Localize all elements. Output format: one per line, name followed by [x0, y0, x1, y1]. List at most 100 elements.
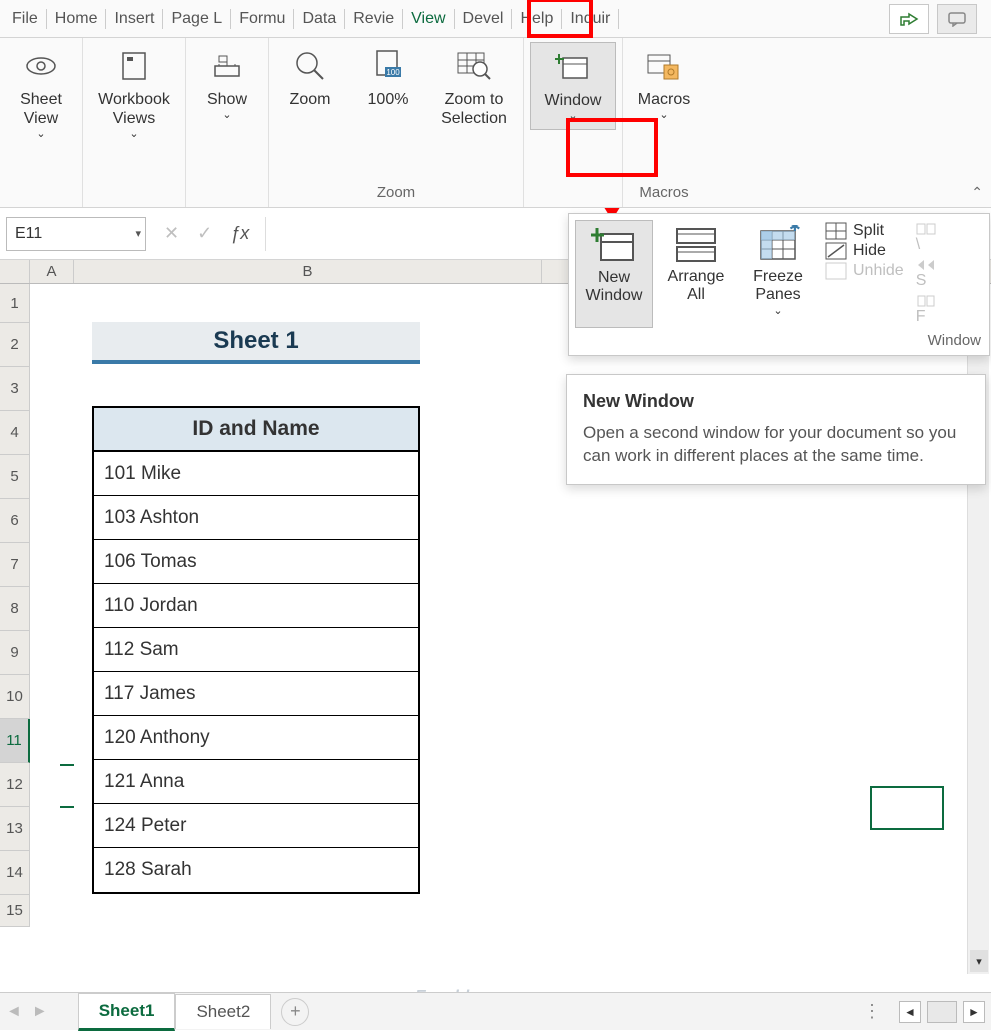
- tab-page-layout[interactable]: Page L: [163, 4, 230, 34]
- highlight-view-tab: [527, 0, 593, 38]
- comment-icon: [947, 11, 967, 27]
- tab-review[interactable]: Revie: [345, 4, 402, 34]
- freeze-panes-icon: ✱: [754, 224, 802, 264]
- add-sheet-button[interactable]: +: [281, 998, 309, 1026]
- highlight-window-button: [566, 118, 658, 177]
- enter-formula-icon: ✓: [197, 223, 212, 244]
- view-side-cut-3: F: [916, 294, 938, 326]
- tab-developer[interactable]: Devel: [455, 4, 512, 34]
- table-row[interactable]: 124 Peter: [94, 804, 418, 848]
- new-window-icon: [555, 49, 591, 85]
- tab-data[interactable]: Data: [294, 4, 344, 34]
- group-show: Show⌄: [186, 38, 269, 207]
- row-header[interactable]: 12: [0, 763, 30, 807]
- comments-button[interactable]: [937, 4, 977, 34]
- freeze-panes-button[interactable]: ✱ Freeze Panes⌄: [739, 220, 817, 328]
- sheet-view-label: Sheet View: [8, 90, 74, 128]
- table-row[interactable]: 112 Sam: [94, 628, 418, 672]
- sheet-tab-sheet1[interactable]: Sheet1: [78, 993, 176, 1031]
- hide-button[interactable]: Hide: [825, 242, 904, 260]
- row-header[interactable]: 5: [0, 455, 30, 499]
- chevron-down-icon[interactable]: ▾: [135, 227, 141, 240]
- new-window-button[interactable]: New Window: [575, 220, 653, 328]
- row-header[interactable]: 11: [0, 719, 30, 763]
- table-row[interactable]: 106 Tomas: [94, 540, 418, 584]
- zoom-100-button[interactable]: 100 100%: [353, 42, 423, 115]
- row-header[interactable]: 4: [0, 411, 30, 455]
- row-header[interactable]: 3: [0, 367, 30, 411]
- table-row[interactable]: 103 Ashton: [94, 496, 418, 540]
- tab-home[interactable]: Home: [47, 4, 106, 34]
- row-header[interactable]: 13: [0, 807, 30, 851]
- tab-insert[interactable]: Insert: [106, 4, 162, 34]
- row-header[interactable]: 7: [0, 543, 30, 587]
- new-window-tooltip: New Window Open a second window for your…: [566, 374, 986, 485]
- window-label: Window: [545, 91, 602, 110]
- ribbon-tabs: File Home Insert Page L Formu Data Revie…: [0, 0, 991, 38]
- zoom-button[interactable]: Zoom: [275, 42, 345, 115]
- row-headers: 1 2 3 4 5 6 7 8 9 10 11 12 13 14 15: [0, 284, 30, 927]
- sheet-title-cell: Sheet 1: [92, 322, 420, 364]
- show-label: Show: [207, 90, 247, 109]
- table-header: ID and Name: [94, 408, 418, 452]
- table-row[interactable]: 110 Jordan: [94, 584, 418, 628]
- eye-icon: [23, 48, 59, 84]
- scroll-down-button[interactable]: ▾: [970, 950, 988, 972]
- table-row[interactable]: 128 Sarah: [94, 848, 418, 892]
- group-sheet-view: Sheet View⌄: [0, 38, 83, 207]
- show-button[interactable]: Show⌄: [192, 42, 262, 128]
- cancel-formula-icon: ✕: [164, 223, 179, 244]
- split-icon: [825, 222, 847, 240]
- group-macros-label: Macros: [639, 182, 688, 205]
- row-header[interactable]: 15: [0, 895, 30, 927]
- col-header-a[interactable]: A: [30, 260, 74, 283]
- arrange-all-button[interactable]: Arrange All: [657, 220, 735, 328]
- table-row[interactable]: 101 Mike: [94, 452, 418, 496]
- grid-magnifier-icon: [456, 48, 492, 84]
- new-window-label: New Window: [578, 269, 650, 306]
- hscroll-left[interactable]: ◄: [899, 1001, 921, 1023]
- group-zoom-label: Zoom: [377, 182, 415, 205]
- col-header-b[interactable]: B: [74, 260, 542, 283]
- sheet-view-button[interactable]: Sheet View⌄: [6, 42, 76, 148]
- row-header[interactable]: 9: [0, 631, 30, 675]
- collapse-ribbon-caret[interactable]: ⌃: [971, 184, 983, 201]
- unhide-button: Unhide: [825, 262, 904, 280]
- spreadsheet-grid: A B C 1 2 3 4 5 6 7 8 9 10 11 12 13 14 1…: [0, 260, 991, 960]
- row-header[interactable]: 14: [0, 851, 30, 895]
- window-dropdown: New Window Arrange All ✱ Freeze Panes⌄ S…: [568, 213, 990, 356]
- share-icon: [899, 11, 919, 27]
- table-row[interactable]: 117 James: [94, 672, 418, 716]
- selected-row-edge: [60, 764, 74, 808]
- macros-button[interactable]: Macros⌄: [629, 42, 699, 128]
- split-button[interactable]: Split: [825, 222, 904, 240]
- workbook-views-button[interactable]: Workbook Views⌄: [89, 42, 179, 148]
- row-header[interactable]: 1: [0, 284, 30, 323]
- hscroll-track[interactable]: [927, 1001, 957, 1023]
- tab-file[interactable]: File: [4, 4, 46, 34]
- select-all-corner[interactable]: [0, 260, 30, 283]
- share-button[interactable]: [889, 4, 929, 34]
- data-table: ID and Name 101 Mike 103 Ashton 106 Toma…: [92, 406, 420, 894]
- view-side-cut-2: S: [916, 258, 938, 290]
- sheet-tab-options[interactable]: ⋮: [863, 1001, 893, 1022]
- sheet-tab-sheet2[interactable]: Sheet2: [175, 994, 271, 1029]
- name-box[interactable]: E11▾: [6, 217, 146, 251]
- hscroll-right[interactable]: ►: [963, 1001, 985, 1023]
- row-header[interactable]: 6: [0, 499, 30, 543]
- fx-icon[interactable]: ƒx: [230, 223, 249, 244]
- dropdown-group-label: Window: [569, 330, 989, 355]
- sheet-nav-next[interactable]: ►: [32, 1003, 48, 1021]
- sheet-nav-prev[interactable]: ◄: [6, 1003, 22, 1021]
- table-row[interactable]: 120 Anthony: [94, 716, 418, 760]
- tab-formulas[interactable]: Formu: [231, 4, 293, 34]
- table-row[interactable]: 121 Anna: [94, 760, 418, 804]
- sheet-tab-bar: ◄ ► Sheet1 Sheet2 + ⋮ ◄ ►: [0, 992, 991, 1030]
- row-header[interactable]: 8: [0, 587, 30, 631]
- row-header[interactable]: 2: [0, 323, 30, 367]
- row-header[interactable]: 10: [0, 675, 30, 719]
- zoom-to-selection-button[interactable]: Zoom to Selection: [431, 42, 517, 134]
- arrange-all-label: Arrange All: [659, 268, 733, 305]
- tab-view[interactable]: View: [403, 4, 453, 34]
- new-window-icon: [590, 225, 638, 265]
